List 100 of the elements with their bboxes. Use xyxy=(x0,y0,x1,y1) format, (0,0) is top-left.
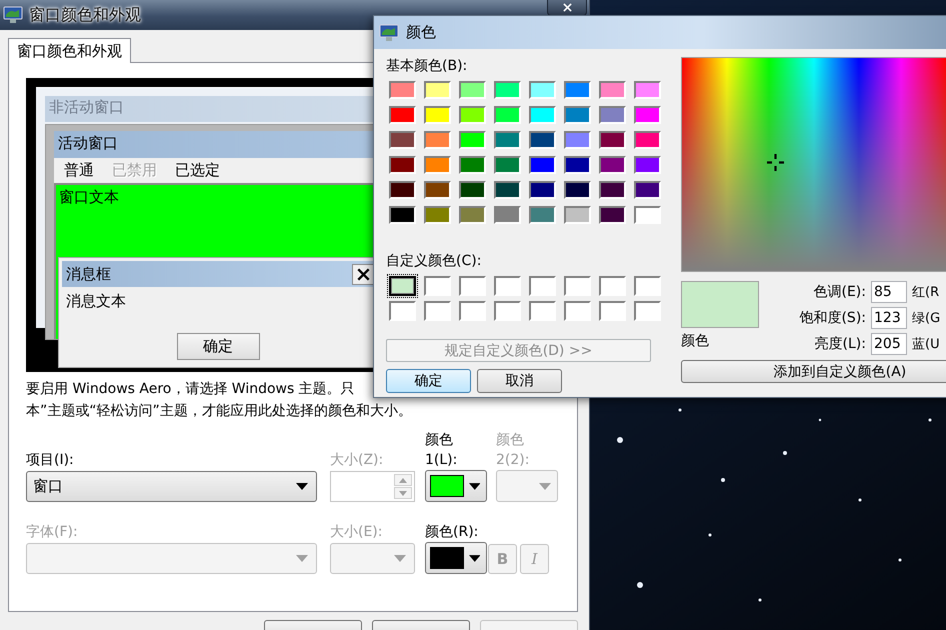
color-cell[interactable] xyxy=(634,301,661,321)
field-label: 颜色 2(2): xyxy=(496,431,530,470)
color-cell[interactable] xyxy=(599,131,626,149)
color-cell[interactable] xyxy=(634,156,661,174)
color-cell[interactable] xyxy=(564,131,591,149)
message-text: 消息文本 xyxy=(65,291,127,312)
color-cell[interactable] xyxy=(564,276,591,296)
color-cell[interactable] xyxy=(564,301,591,321)
color-cell[interactable] xyxy=(424,206,451,224)
color-cell[interactable] xyxy=(424,276,451,296)
color-picker-button[interactable] xyxy=(425,470,487,502)
color-cell[interactable] xyxy=(424,131,451,149)
color-cell[interactable] xyxy=(634,131,661,149)
color-cell[interactable] xyxy=(459,81,486,99)
color-cell[interactable] xyxy=(599,206,626,224)
color-cell[interactable] xyxy=(424,156,451,174)
cancel-button[interactable]: 取消 xyxy=(477,369,562,393)
color-cell[interactable] xyxy=(494,156,521,174)
field-label: 色调(E): xyxy=(812,283,866,301)
section-label: 自定义颜色(C): xyxy=(386,252,482,270)
color-cell[interactable] xyxy=(529,301,556,321)
color-cell[interactable] xyxy=(599,181,626,199)
close-button[interactable] xyxy=(547,0,587,16)
color-cell[interactable] xyxy=(459,206,486,224)
message-box-title: 消息框 xyxy=(66,264,111,284)
color-cell[interactable] xyxy=(459,181,486,199)
color-cell[interactable] xyxy=(599,301,626,321)
color-cell[interactable] xyxy=(389,131,416,149)
color-cell[interactable] xyxy=(634,81,661,99)
caret-icon xyxy=(468,554,480,562)
color-cell[interactable] xyxy=(494,131,521,149)
color-cell[interactable] xyxy=(494,106,521,124)
color-cell[interactable] xyxy=(389,181,416,199)
color-cell[interactable] xyxy=(564,206,591,224)
color-cell[interactable] xyxy=(529,131,556,149)
color-cell[interactable] xyxy=(564,181,591,199)
color-cell[interactable] xyxy=(424,181,451,199)
window-text: 窗口文本 xyxy=(59,188,119,206)
field-label: 绿(G xyxy=(912,310,942,327)
color-cell[interactable] xyxy=(389,81,416,99)
ok-button[interactable]: 确定 xyxy=(386,369,471,393)
color-cell[interactable] xyxy=(389,156,416,174)
color-cell[interactable] xyxy=(494,181,521,199)
menu-item[interactable]: 普通 xyxy=(64,161,94,183)
color-cell[interactable] xyxy=(634,206,661,224)
color-cell[interactable] xyxy=(459,156,486,174)
close-button[interactable] xyxy=(352,264,374,284)
color-cell[interactable] xyxy=(634,106,661,124)
color-cell[interactable] xyxy=(599,81,626,99)
notice-text: 要启用 Windows Aero，请选择 Windows 主题。只 xyxy=(26,380,355,399)
input-field[interactable]: 85 xyxy=(871,281,907,303)
color-cell[interactable] xyxy=(389,301,416,321)
input-field[interactable]: 205 xyxy=(871,333,907,355)
color-cell[interactable] xyxy=(389,276,416,296)
menu-item[interactable]: 已选定 xyxy=(175,161,220,183)
close-icon xyxy=(356,268,370,280)
monitor-icon xyxy=(379,24,399,42)
ok-button[interactable]: 确定 xyxy=(176,333,260,360)
color-cell[interactable] xyxy=(634,276,661,296)
color-cell[interactable] xyxy=(424,301,451,321)
field-label: 亮度(L): xyxy=(814,335,866,353)
color-cell[interactable] xyxy=(599,276,626,296)
color-spectrum[interactable] xyxy=(681,57,946,272)
tab[interactable]: 窗口颜色和外观 xyxy=(8,38,131,63)
color-picker-button[interactable] xyxy=(496,470,558,502)
color-cell[interactable] xyxy=(459,301,486,321)
color-cell[interactable] xyxy=(389,106,416,124)
caret-icon xyxy=(296,555,308,562)
color-cell[interactable] xyxy=(529,156,556,174)
color-cell[interactable] xyxy=(564,106,591,124)
color-cell[interactable] xyxy=(424,106,451,124)
color-cell[interactable] xyxy=(459,276,486,296)
color-cell[interactable] xyxy=(459,131,486,149)
color-cell[interactable] xyxy=(389,206,416,224)
add-custom-color-button[interactable]: 添加到自定义颜色(A) xyxy=(681,360,946,383)
color-cell[interactable] xyxy=(529,206,556,224)
color-cell[interactable] xyxy=(494,81,521,99)
color-cell[interactable] xyxy=(424,81,451,99)
color-cell[interactable] xyxy=(529,276,556,296)
color-cell[interactable] xyxy=(564,156,591,174)
color-cell[interactable] xyxy=(494,206,521,224)
color-cell[interactable] xyxy=(459,106,486,124)
color-cell[interactable] xyxy=(599,156,626,174)
field-label: 项目(I): xyxy=(26,451,75,470)
color-cell[interactable] xyxy=(494,301,521,321)
section-label: 基本颜色(B): xyxy=(386,57,468,75)
color-cell[interactable] xyxy=(529,81,556,99)
input-field[interactable]: 123 xyxy=(871,307,907,329)
color-cell[interactable] xyxy=(529,181,556,199)
color-cell[interactable] xyxy=(599,106,626,124)
field-label: 大小(E): xyxy=(330,523,384,542)
color-picker-button[interactable] xyxy=(425,542,487,574)
field-label: 大小(Z): xyxy=(330,451,384,470)
color-cell[interactable] xyxy=(634,181,661,199)
field-label: 颜色(R): xyxy=(425,523,480,542)
color-cell[interactable] xyxy=(529,106,556,124)
color-cell[interactable] xyxy=(494,276,521,296)
item-dropdown[interactable]: 窗口 xyxy=(26,471,317,502)
color-cell[interactable] xyxy=(564,81,591,99)
field-label: 饱和度(S): xyxy=(798,309,866,327)
